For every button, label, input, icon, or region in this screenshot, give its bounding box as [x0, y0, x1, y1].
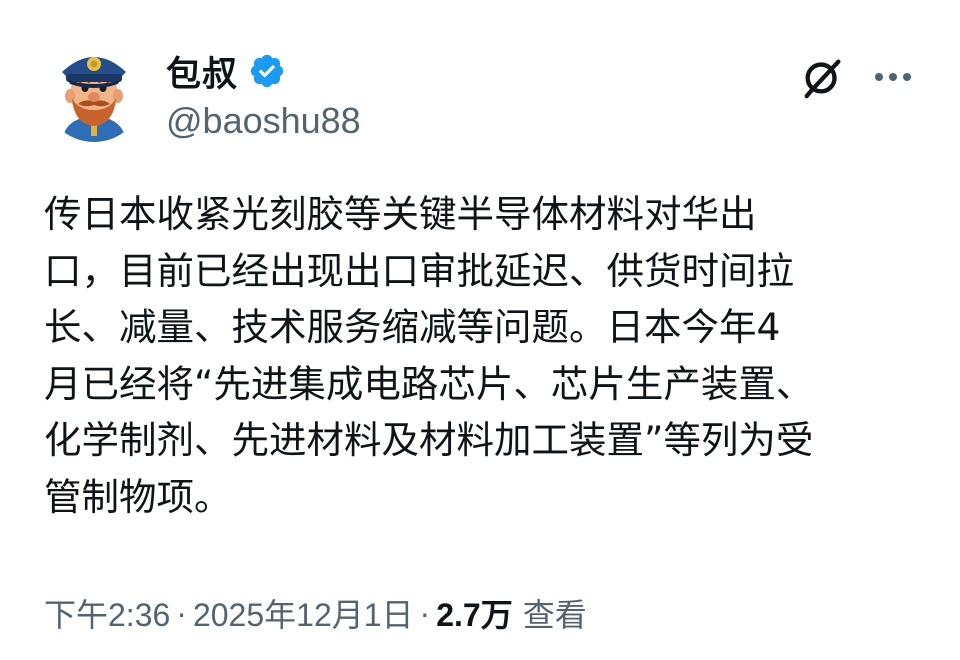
post-time[interactable]: 下午2:36 — [44, 590, 170, 636]
avatar[interactable] — [44, 42, 144, 142]
meta-separator: · — [419, 594, 431, 631]
views-label[interactable]: 查看 — [523, 590, 587, 636]
post-meta: 下午2:36 · 2025年12月1日 · 2.7万 查看 — [44, 590, 587, 636]
grok-icon — [804, 59, 841, 99]
views-count[interactable]: 2.7万 — [436, 590, 513, 636]
post-date[interactable]: 2025年12月1日 — [193, 590, 414, 636]
post-header: 包叔 @baoshu88 — [40, 36, 920, 146]
meta-separator: · — [176, 594, 187, 631]
more-button[interactable] — [866, 50, 920, 104]
more-icon — [875, 73, 911, 81]
author-display-name[interactable]: 包叔 — [166, 46, 238, 97]
grok-button[interactable] — [796, 50, 850, 104]
police-cartoon-avatar-icon — [44, 42, 144, 142]
name-row: 包叔 — [166, 44, 286, 98]
post-text: 传日本收紧光刻胶等关键半导体材料对华出 口，目前已经出现出口审批延迟、供货时间拉… — [44, 192, 814, 519]
author-handle[interactable]: @baoshu88 — [166, 100, 361, 142]
verified-badge-icon — [250, 54, 284, 88]
